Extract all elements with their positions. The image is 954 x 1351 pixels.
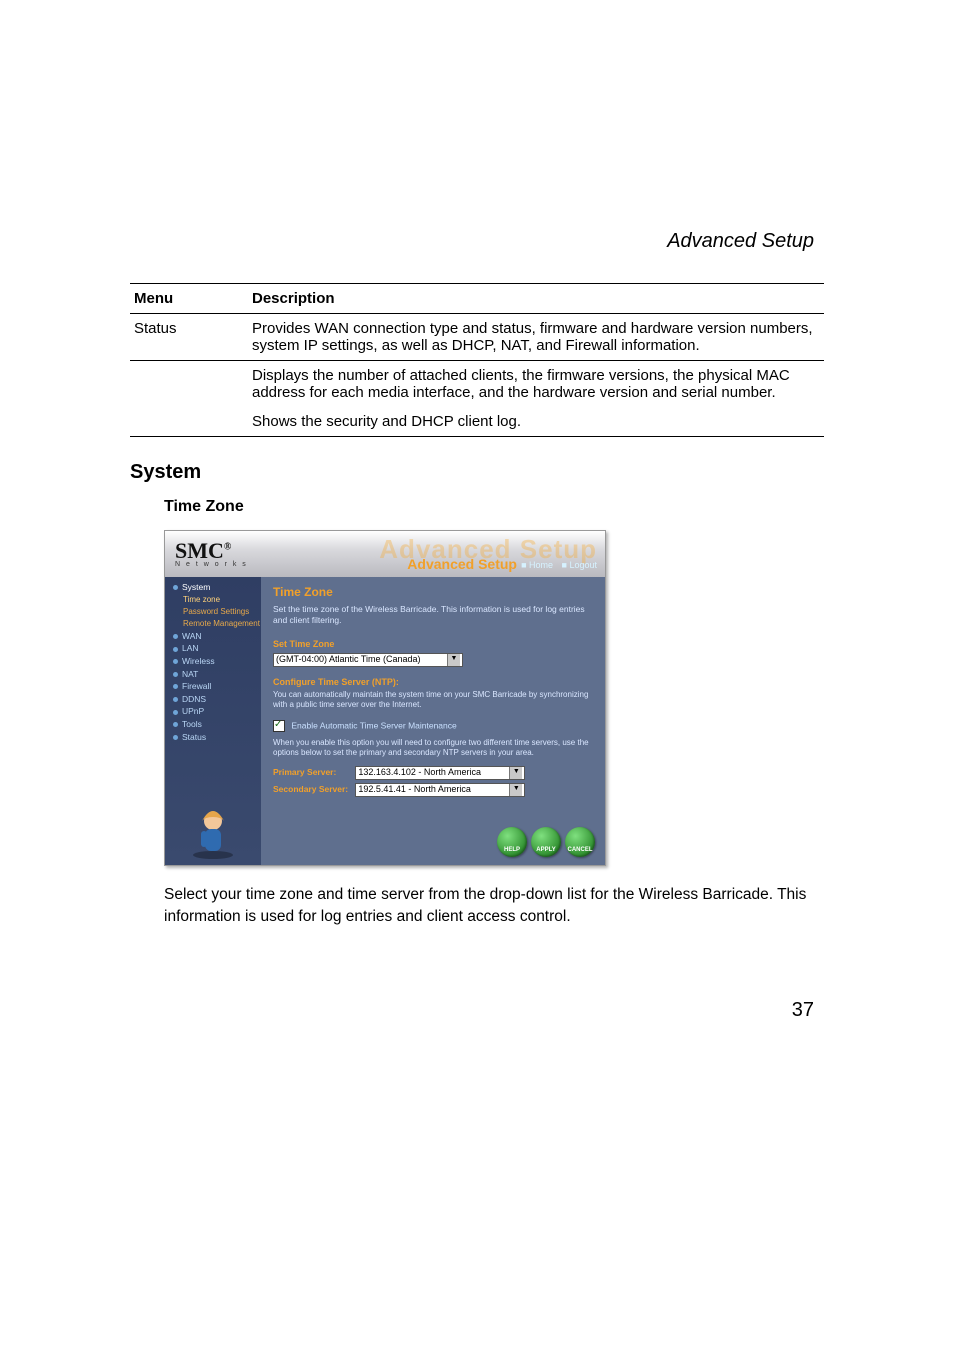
col-header-description: Description xyxy=(248,284,824,314)
chevron-down-icon: ▼ xyxy=(509,767,522,779)
sidebar-item-status[interactable]: Status xyxy=(165,731,261,744)
heading-system: System xyxy=(130,461,824,484)
set-timezone-label: Set Time Zone xyxy=(273,639,595,650)
sidebar-sub-remote[interactable]: Remote Management xyxy=(165,618,261,630)
primary-server-select[interactable]: 132.163.4.102 - North America ▼ xyxy=(355,766,525,780)
sidebar-item-wan[interactable]: WAN xyxy=(165,630,261,643)
content-note: Set the time zone of the Wireless Barric… xyxy=(273,604,595,625)
cell-menu: Status xyxy=(130,314,248,361)
timezone-select-value: (GMT-04:00) Atlantic Time (Canada) xyxy=(276,654,421,665)
timezone-select[interactable]: (GMT-04:00) Atlantic Time (Canada) ▼ xyxy=(273,653,463,667)
router-sidebar: System Time zone Password Settings Remot… xyxy=(165,577,261,865)
sidebar-item-upnp[interactable]: UPnP xyxy=(165,705,261,718)
checkbox-label: Enable Automatic Time Server Maintenance xyxy=(291,720,456,730)
sidebar-item-lan[interactable]: LAN xyxy=(165,642,261,655)
primary-server-label: Primary Server: xyxy=(273,767,353,778)
sidebar-item-wireless[interactable]: Wireless xyxy=(165,655,261,668)
ntp-note: You can automatically maintain the syste… xyxy=(273,690,593,710)
config-two-servers-note: When you enable this option you will nee… xyxy=(273,738,593,758)
secondary-server-label: Secondary Server: xyxy=(273,784,353,795)
sidebar-item-firewall[interactable]: Firewall xyxy=(165,680,261,693)
sidebar-avatar-icon xyxy=(165,803,261,859)
sidebar-sub-timezone[interactable]: Time zone xyxy=(165,594,261,606)
router-screenshot: ▲ ▼ SMC® N e t w o r k s Advanced Setup … xyxy=(164,530,606,866)
sidebar-sub-password[interactable]: Password Settings xyxy=(165,606,261,618)
apply-button[interactable]: APPLY xyxy=(531,827,561,857)
table-row: Status Provides WAN connection type and … xyxy=(130,314,824,361)
content-title: Time Zone xyxy=(273,585,595,600)
cancel-button[interactable]: CANCEL xyxy=(565,827,595,857)
heading-timezone: Time Zone xyxy=(164,498,824,516)
action-button-row: HELP APPLY CANCEL xyxy=(497,827,595,857)
menu-description-table: Menu Description Status Provides WAN con… xyxy=(130,283,824,437)
page-title: Advanced Setup xyxy=(130,230,814,253)
table-row: Displays the number of attached clients,… xyxy=(130,361,824,408)
checkbox-icon xyxy=(273,720,285,732)
banner-title: Advanced Setup xyxy=(407,556,517,574)
cell-desc: Displays the number of attached clients,… xyxy=(248,361,824,408)
enable-auto-time-checkbox[interactable]: Enable Automatic Time Server Maintenance xyxy=(273,720,595,732)
sidebar-item-ddns[interactable]: DDNS xyxy=(165,693,261,706)
home-link[interactable]: ■ Home xyxy=(521,560,553,570)
sidebar-item-tools[interactable]: Tools xyxy=(165,718,261,731)
chevron-down-icon: ▼ xyxy=(447,654,460,666)
page-number: 37 xyxy=(130,999,814,1022)
secondary-server-value: 192.5.41.41 - North America xyxy=(358,784,471,795)
table-header-row: Menu Description xyxy=(130,284,824,314)
primary-server-value: 132.163.4.102 - North America xyxy=(358,767,481,778)
router-content: Time Zone Set the time zone of the Wirel… xyxy=(261,577,605,865)
chevron-down-icon: ▼ xyxy=(509,784,522,796)
sidebar-item-system[interactable]: System xyxy=(165,581,261,594)
logout-link[interactable]: ■ Logout xyxy=(562,560,597,570)
col-header-menu: Menu xyxy=(130,284,248,314)
cell-desc: Provides WAN connection type and status,… xyxy=(248,314,824,361)
smc-logo-subtext: N e t w o r k s xyxy=(175,561,248,570)
router-banner: SMC® N e t w o r k s Advanced Setup Adva… xyxy=(165,531,605,577)
cell-desc: Shows the security and DHCP client log. xyxy=(248,407,824,437)
document-page: Advanced Setup Menu Description Status P… xyxy=(0,0,954,1102)
banner-links: ■ Home ■ Logout xyxy=(515,560,597,571)
ntp-heading: Configure Time Server (NTP): xyxy=(273,677,595,688)
secondary-server-select[interactable]: 192.5.41.41 - North America ▼ xyxy=(355,783,525,797)
help-button[interactable]: HELP xyxy=(497,827,527,857)
sidebar-item-nat[interactable]: NAT xyxy=(165,668,261,681)
table-row: Shows the security and DHCP client log. xyxy=(130,407,824,437)
body-paragraph: Select your time zone and time server fr… xyxy=(164,884,824,929)
